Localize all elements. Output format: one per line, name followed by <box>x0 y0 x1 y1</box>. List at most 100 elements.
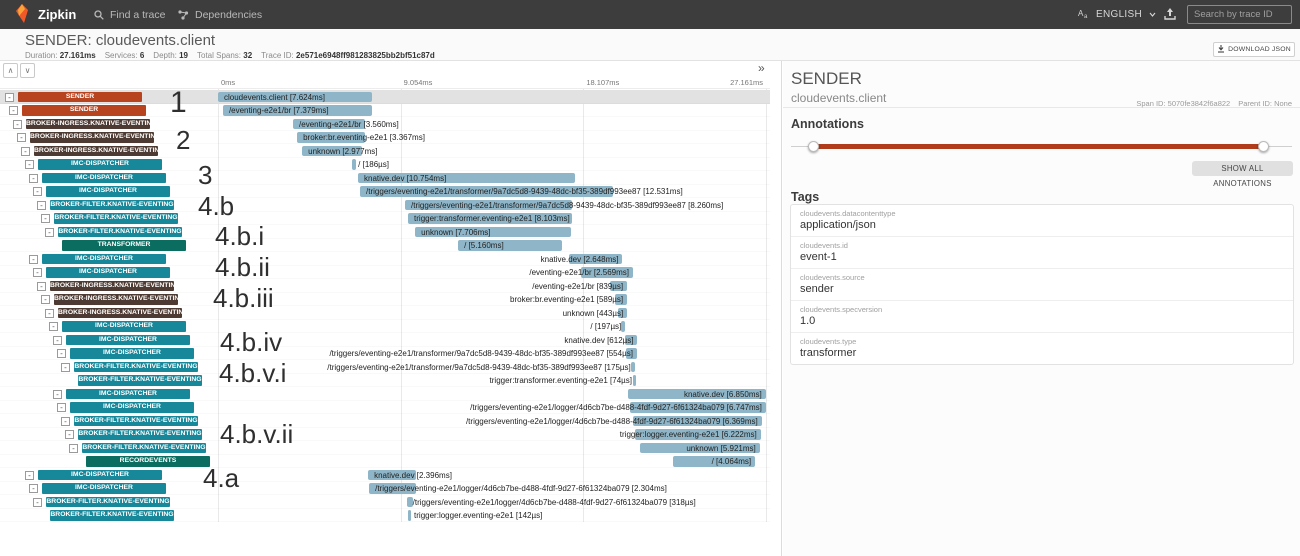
collapse-toggle[interactable]: - <box>13 120 22 129</box>
trace-row[interactable]: -IMC-DISPATCHER/triggers/eventing-e2e1/l… <box>0 401 770 415</box>
overlay-annotation-number: 1 <box>170 86 187 120</box>
meta-value: 32 <box>243 51 252 60</box>
language-selector[interactable]: AaENGLISH <box>1078 8 1156 20</box>
collapse-toggle[interactable]: - <box>37 282 46 291</box>
collapse-toggle[interactable]: - <box>17 133 26 142</box>
chevron-down-icon <box>1149 12 1156 17</box>
annotation-slider-handle-right[interactable] <box>1258 141 1269 152</box>
collapse-toggle[interactable]: - <box>37 201 46 210</box>
collapse-toggle[interactable]: - <box>53 390 62 399</box>
span-label: broker:br.eventing-e2e1 [3.367ms] <box>303 133 425 142</box>
collapse-toggle[interactable]: - <box>57 403 66 412</box>
service-chip: IMC-DISPATCHER <box>42 173 166 184</box>
trace-row[interactable]: -BROKER-INGRESS.KNATIVE-EVENTINGunknown … <box>0 144 770 158</box>
trace-row[interactable]: RECORDEVENTS/ [4.064ms] <box>0 455 770 469</box>
trace-row[interactable]: -IMC-DISPATCHER/triggers/eventing-e2e1/t… <box>0 347 770 361</box>
trace-row[interactable]: -IMC-DISPATCHER/triggers/eventing-e2e1/t… <box>0 185 770 199</box>
service-chip: IMC-DISPATCHER <box>38 159 162 170</box>
trace-row[interactable]: -IMC-DISPATCHER/eventing-e2e1/br [2.569m… <box>0 266 770 280</box>
trace-row[interactable]: -IMC-DISPATCHERknative.dev [10.754ms] <box>0 171 770 185</box>
trace-row[interactable]: -BROKER-INGRESS.KNATIVE-EVENTING/eventin… <box>0 279 770 293</box>
trace-row[interactable]: -BROKER-FILTER.KNATIVE-EVENTING/triggers… <box>0 360 770 374</box>
service-chip: BROKER-FILTER.KNATIVE-EVENTING <box>74 362 198 373</box>
trace-row[interactable]: -BROKER-FILTER.KNATIVE-EVENTINGtrigger:t… <box>0 212 770 226</box>
span-label: /eventing-e2e1/br [839µs] <box>532 282 623 291</box>
upload-json-icon[interactable] <box>1163 7 1177 21</box>
trace-row[interactable]: -IMC-DISPATCHERknative.dev [2.648ms] <box>0 252 770 266</box>
trace-row[interactable]: -SENDER/eventing-e2e1/br [7.379ms] <box>0 104 770 118</box>
collapse-toggle[interactable]: - <box>33 187 42 196</box>
trace-row[interactable]: BROKER-FILTER.KNATIVE-EVENTINGtrigger:tr… <box>0 374 770 388</box>
trace-row[interactable]: -BROKER-FILTER.KNATIVE-EVENTING/triggers… <box>0 495 770 509</box>
collapse-toggle[interactable]: - <box>9 106 18 115</box>
nav-dependencies[interactable]: Dependencies <box>178 9 262 21</box>
trace-row[interactable]: -SENDERcloudevents.client [7.624ms] <box>0 90 770 104</box>
span-label: trigger:logger.eventing-e2e1 [6.222ms] <box>620 430 757 439</box>
collapse-toggle[interactable]: - <box>41 214 50 223</box>
trace-row[interactable]: -BROKER-FILTER.KNATIVE-EVENTING/triggers… <box>0 198 770 212</box>
annotation-slider-handle-left[interactable] <box>808 141 819 152</box>
collapse-toggle[interactable]: - <box>57 349 66 358</box>
trace-row[interactable]: -BROKER-FILTER.KNATIVE-EVENTINGunknown [… <box>0 441 770 455</box>
trace-row[interactable]: TRANSFORMER/ [5.160ms] <box>0 239 770 253</box>
collapse-toggle[interactable]: - <box>21 147 30 156</box>
collapse-toggle[interactable]: - <box>29 174 38 183</box>
show-all-annotations-button[interactable]: SHOW ALL ANNOTATIONS <box>1192 161 1293 176</box>
trace-row[interactable]: -BROKER-INGRESS.KNATIVE-EVENTING/eventin… <box>0 117 770 131</box>
download-json-button[interactable]: DOWNLOAD JSON <box>1213 42 1295 57</box>
service-chip: BROKER-INGRESS.KNATIVE-EVENTING <box>34 146 158 157</box>
trace-row[interactable]: -BROKER-INGRESS.KNATIVE-EVENTINGbroker:b… <box>0 131 770 145</box>
overlay-annotation-number: 4.b.v.ii <box>220 419 293 450</box>
trace-row[interactable]: -IMC-DISPATCHERknative.dev [612µs] <box>0 333 770 347</box>
collapse-toggle[interactable]: - <box>61 363 70 372</box>
search-by-trace-id-input[interactable] <box>1187 5 1292 24</box>
collapse-toggle[interactable]: - <box>65 430 74 439</box>
collapse-toggle[interactable]: - <box>33 498 42 507</box>
collapse-toggle[interactable]: - <box>25 160 34 169</box>
annotation-slider-track[interactable] <box>813 144 1263 149</box>
collapse-toggle[interactable]: - <box>41 295 50 304</box>
collapse-toggle[interactable]: - <box>45 228 54 237</box>
collapse-toggle[interactable]: - <box>25 471 34 480</box>
trace-row[interactable]: -IMC-DISPATCHER/triggers/eventing-e2e1/l… <box>0 482 770 496</box>
collapse-toggle[interactable]: - <box>29 255 38 264</box>
collapse-toggle[interactable]: - <box>45 309 54 318</box>
detail-span-name: cloudevents.client <box>791 91 886 105</box>
collapse-toggle[interactable]: - <box>69 444 78 453</box>
service-chip: BROKER-FILTER.KNATIVE-EVENTING <box>58 227 182 238</box>
span-label: knative.dev [6.850ms] <box>684 390 762 399</box>
span-bar[interactable] <box>633 375 636 386</box>
trace-row[interactable]: -BROKER-INGRESS.KNATIVE-EVENTINGbroker:b… <box>0 293 770 307</box>
nav-find-a-trace[interactable]: Find a trace <box>94 9 165 21</box>
overlay-annotation-number: 4.b.iv <box>220 327 282 358</box>
span-label: / [186µs] <box>358 160 389 169</box>
trace-row[interactable]: -BROKER-FILTER.KNATIVE-EVENTING/triggers… <box>0 414 770 428</box>
trace-row[interactable]: -IMC-DISPATCHERknative.dev [6.850ms] <box>0 387 770 401</box>
tag-value: sender <box>800 283 1284 295</box>
overlay-annotation-number: 2 <box>176 125 190 156</box>
translate-icon: Aa <box>1078 8 1090 19</box>
trace-row[interactable]: -BROKER-FILTER.KNATIVE-EVENTINGtrigger:l… <box>0 428 770 442</box>
span-bar[interactable] <box>408 510 411 521</box>
trace-row[interactable]: -BROKER-INGRESS.KNATIVE-EVENTINGunknown … <box>0 306 770 320</box>
span-label: /triggers/eventing-e2e1/logger/4d6cb7be-… <box>413 498 696 507</box>
span-bar[interactable] <box>631 362 635 373</box>
hide-detail-chevrons-icon[interactable]: » <box>758 61 765 75</box>
trace-row[interactable]: -IMC-DISPATCHER/ [197µs] <box>0 320 770 334</box>
collapse-toggle[interactable]: - <box>33 268 42 277</box>
trace-row[interactable]: -IMC-DISPATCHERknative.dev [2.396ms] <box>0 468 770 482</box>
service-chip: IMC-DISPATCHER <box>70 402 194 413</box>
span-label: /eventing-e2e1/br [3.560ms] <box>299 120 399 129</box>
collapse-toggle[interactable]: - <box>49 322 58 331</box>
trace-row[interactable]: -IMC-DISPATCHER / [186µs] <box>0 158 770 172</box>
collapse-toggle[interactable]: - <box>29 484 38 493</box>
trace-row[interactable]: BROKER-FILTER.KNATIVE-EVENTINGtrigger:lo… <box>0 509 770 523</box>
collapse-toggle[interactable]: - <box>61 417 70 426</box>
collapse-toggle[interactable]: - <box>5 93 14 102</box>
span-bar[interactable] <box>352 159 356 170</box>
overlay-annotation-number: 4.b.iii <box>213 283 274 314</box>
trace-row[interactable]: -BROKER-FILTER.KNATIVE-EVENTINGunknown [… <box>0 225 770 239</box>
service-chip: BROKER-FILTER.KNATIVE-EVENTING <box>46 497 170 508</box>
span-bar[interactable] <box>621 321 625 332</box>
collapse-toggle[interactable]: - <box>53 336 62 345</box>
